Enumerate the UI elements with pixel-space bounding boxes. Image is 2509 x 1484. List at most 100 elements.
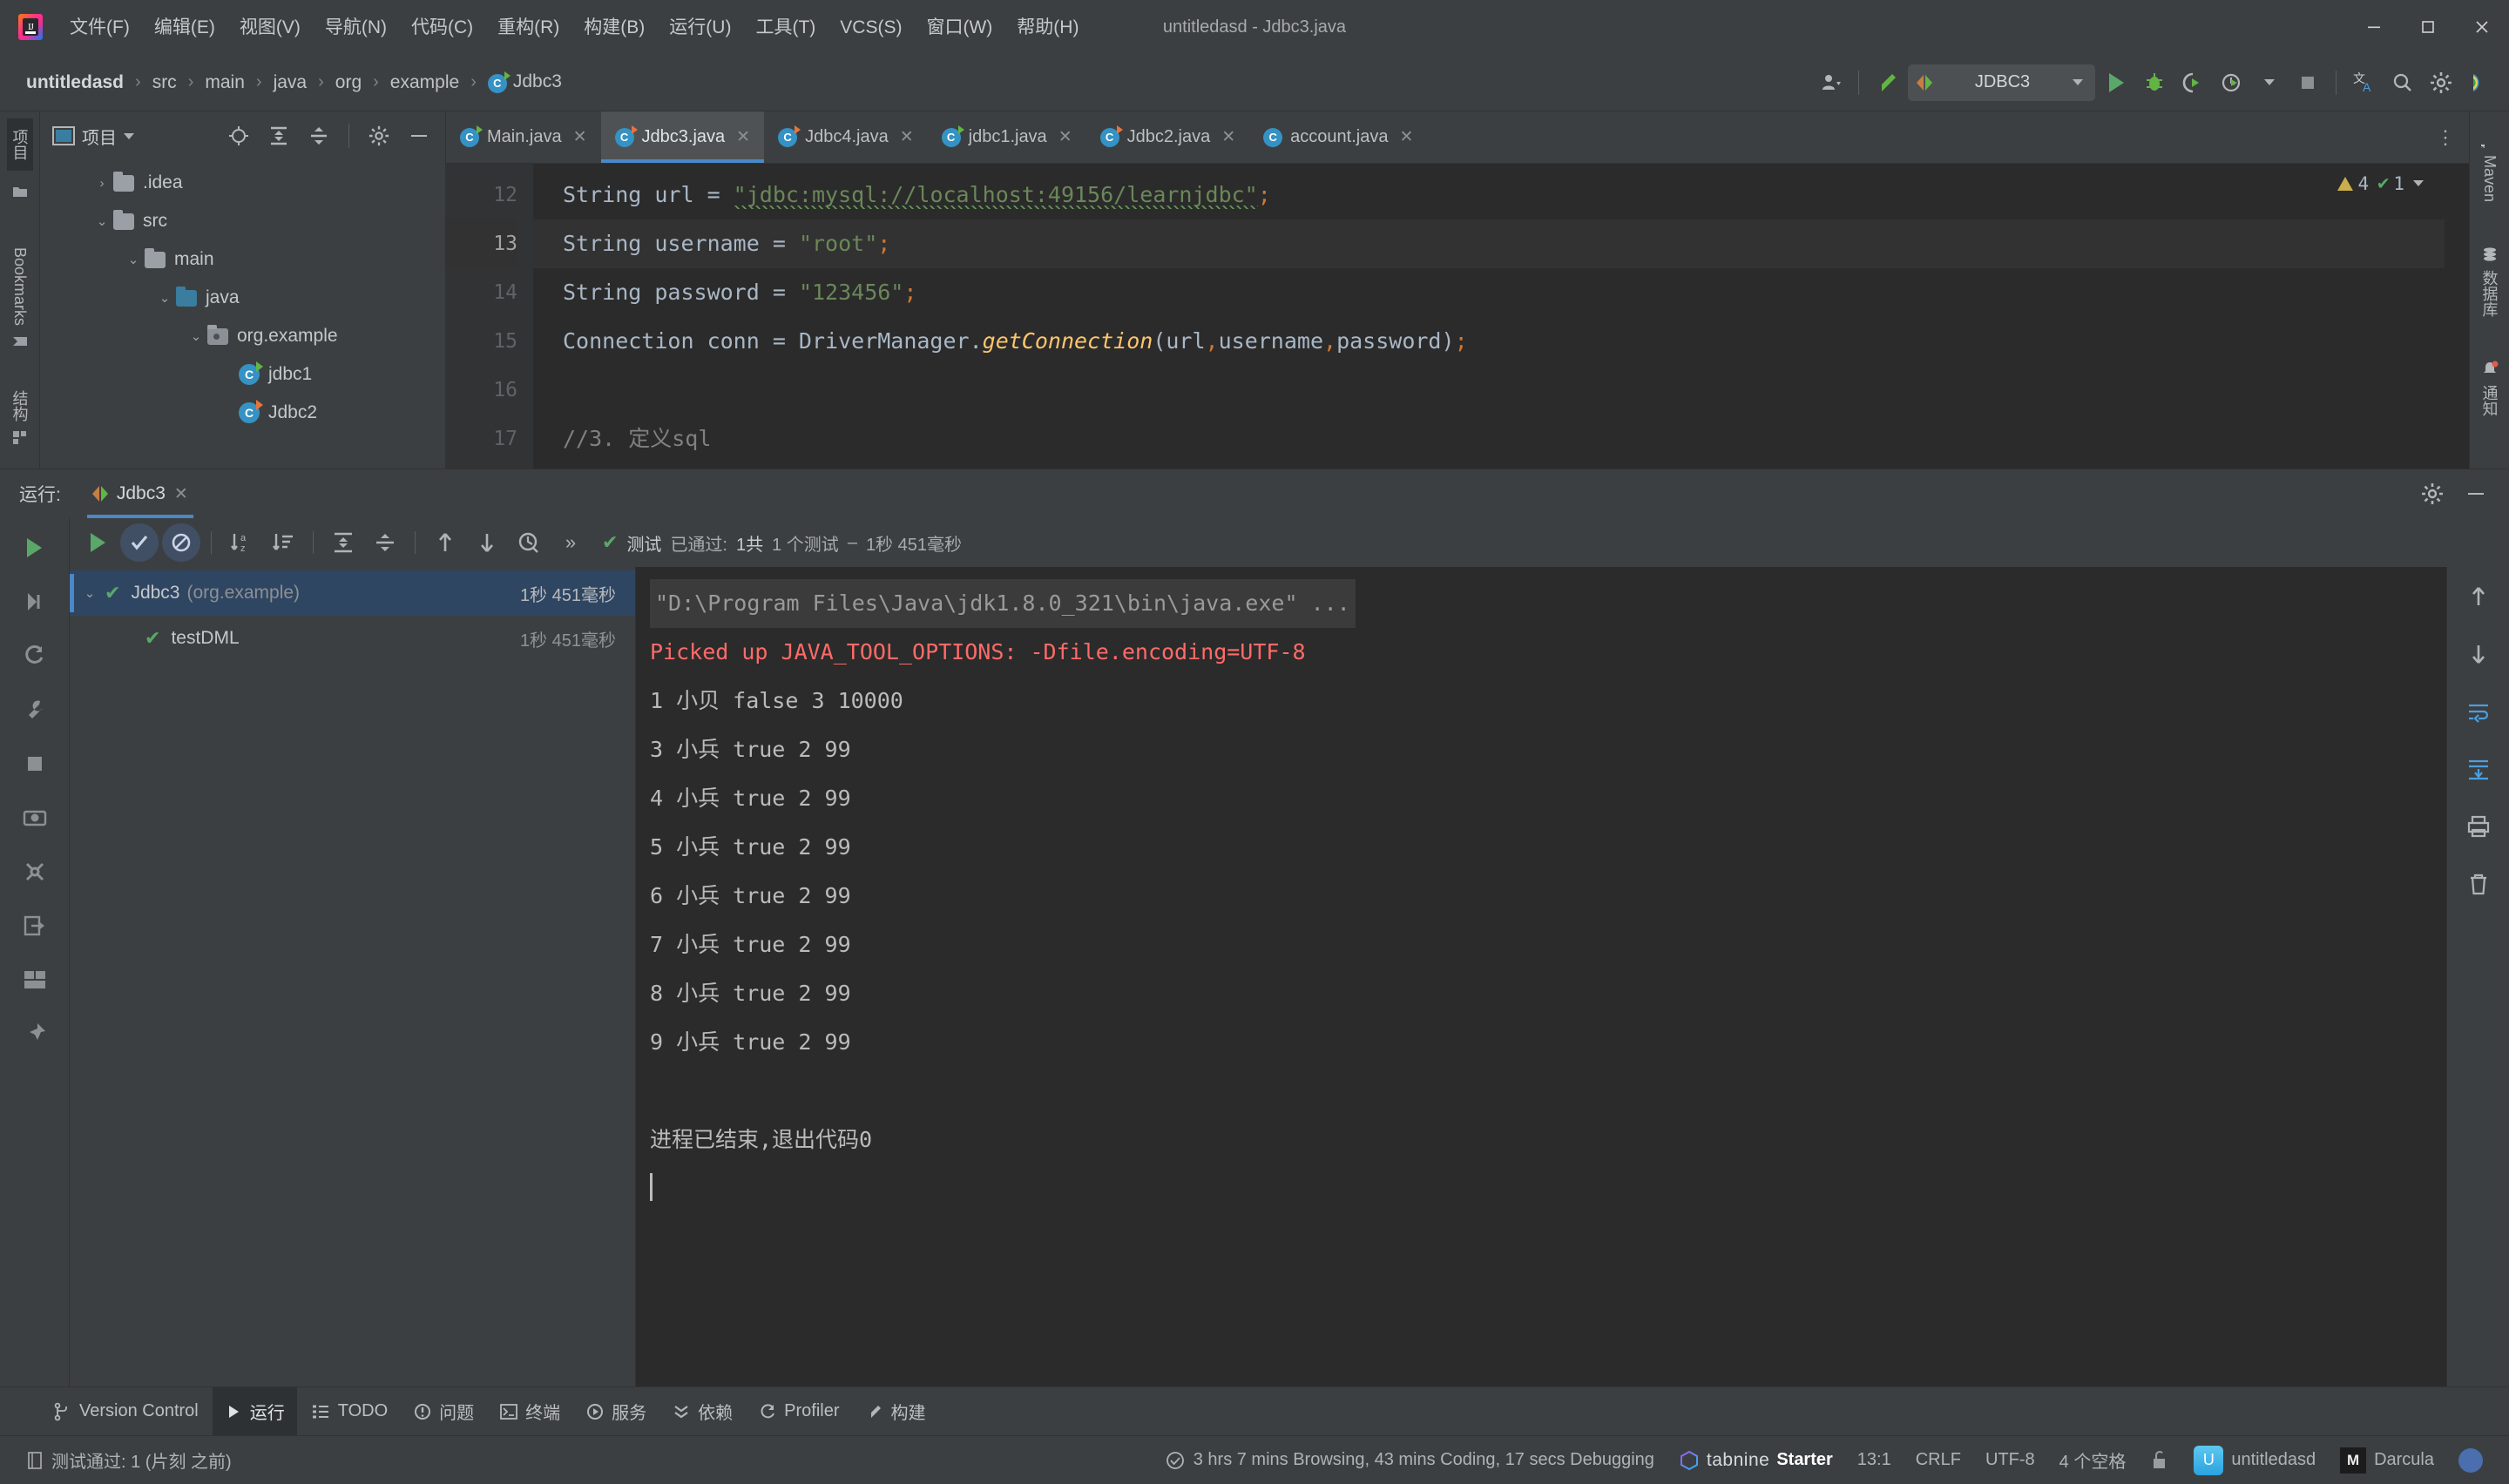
hide-panel-icon[interactable] (402, 118, 436, 153)
console-output[interactable]: "D:\Program Files\Java\jdk1.8.0_321\bin\… (636, 567, 2446, 1386)
bottom-item-run[interactable]: 运行 (212, 1387, 297, 1435)
soft-wrap-icon[interactable] (2459, 692, 2498, 731)
status-theme[interactable]: M Darcula (2328, 1444, 2446, 1477)
layout-icon[interactable] (16, 961, 54, 999)
status-caret-position[interactable]: 13:1 (1845, 1447, 1904, 1474)
menu-run[interactable]: 运行(U) (657, 13, 743, 42)
scroll-up-icon[interactable] (2459, 577, 2498, 616)
menu-code[interactable]: 代码(C) (399, 13, 485, 42)
tab-jdbc1-java[interactable]: C jdbc1.java ✕ (928, 111, 1086, 163)
chevron-down-icon[interactable]: ⌄ (91, 213, 113, 229)
sidebar-item-structure[interactable]: 结构 (7, 380, 33, 456)
sidebar-item-notifications[interactable]: 通知 (2477, 350, 2503, 427)
collapse-all-icon[interactable] (301, 118, 336, 153)
project-tree[interactable]: › .idea ⌄ src ⌄ main ⌄ java ⌄ org.exampl… (40, 160, 445, 469)
debug-button[interactable] (2137, 65, 2172, 100)
run-button[interactable] (2099, 65, 2134, 100)
bottom-item-todo[interactable]: TODO (299, 1387, 400, 1435)
sidebar-item-bookmarks[interactable]: Bookmarks (9, 237, 30, 361)
next-test-icon[interactable] (468, 523, 506, 562)
tree-node-java[interactable]: ⌄ java (40, 279, 445, 317)
bottom-item-problems[interactable]: 问题 (402, 1387, 486, 1435)
screenshot-icon[interactable] (16, 799, 54, 837)
bottom-item-build[interactable]: 构建 (854, 1387, 938, 1435)
menu-navigate[interactable]: 导航(N) (313, 13, 399, 42)
user-icon[interactable] (1813, 65, 1848, 100)
menu-edit[interactable]: 编辑(E) (142, 13, 227, 42)
settings-gear-icon[interactable] (2415, 476, 2450, 511)
close-icon[interactable]: ✕ (573, 127, 587, 147)
breadcrumb-item-project[interactable]: untitledasd (17, 68, 132, 98)
wrench-icon[interactable] (16, 691, 54, 729)
bottom-item-terminal[interactable]: 终端 (488, 1387, 572, 1435)
more-tabs-icon[interactable]: ⋮ (2422, 111, 2469, 163)
settings-gear-icon[interactable] (362, 118, 396, 153)
close-icon[interactable]: ✕ (1221, 127, 1235, 147)
code-editor[interactable]: 12 13 14 15 16 17 String url = "jdbc:mys… (446, 164, 2469, 469)
chevron-down-icon[interactable]: ⌄ (75, 585, 105, 601)
scroll-down-icon[interactable] (2459, 635, 2498, 673)
status-wakatime[interactable]: 3 hrs 7 mins Browsing, 43 mins Coding, 1… (1153, 1447, 1667, 1474)
expand-all-icon[interactable] (261, 118, 296, 153)
bottom-item-services[interactable]: 服务 (574, 1387, 659, 1435)
sort-alphabetically-icon[interactable]: a z (222, 523, 260, 562)
menu-tools[interactable]: 工具(T) (743, 13, 828, 42)
bottom-item-version-control[interactable]: Version Control (40, 1387, 211, 1435)
editor-scrollbar[interactable] (2445, 164, 2469, 469)
stop-button[interactable] (2290, 65, 2325, 100)
rerun-button[interactable] (16, 529, 54, 567)
code-lines[interactable]: String url = "jdbc:mysql://localhost:491… (533, 164, 2445, 469)
status-notification[interactable] (2446, 1445, 2495, 1476)
translate-icon[interactable]: 文 A (2347, 65, 2382, 100)
status-encoding[interactable]: UTF-8 (1973, 1447, 2047, 1474)
bottom-item-dependencies[interactable]: 依赖 (660, 1387, 745, 1435)
sidebar-item-database[interactable]: 数据库 (2477, 235, 2503, 327)
breadcrumb-item-java[interactable]: java (265, 68, 316, 98)
chevron-down-icon[interactable]: ⌄ (185, 328, 207, 344)
chevron-down-icon[interactable]: ⌄ (153, 290, 176, 306)
close-icon[interactable]: ✕ (1399, 127, 1413, 147)
chevron-down-icon[interactable] (124, 132, 134, 139)
status-indent[interactable]: 4 个空格 (2047, 1444, 2139, 1476)
warning-count[interactable]: 4 (2337, 173, 2369, 194)
menu-refactor[interactable]: 重构(R) (485, 13, 571, 42)
run-tab-jdbc3[interactable]: Jdbc3 ✕ (80, 469, 200, 518)
test-results-tree[interactable]: ⌄ ✔ Jdbc3 (org.example) 1秒 451毫秒 ✔ testD… (70, 567, 636, 1386)
breadcrumb-item-main[interactable]: main (196, 68, 254, 98)
status-branch[interactable]: U untitledasd (2181, 1442, 2328, 1479)
close-icon[interactable]: ✕ (1058, 127, 1072, 147)
status-readonly-lock[interactable] (2138, 1447, 2181, 1474)
show-passed-toggle[interactable] (120, 523, 159, 562)
ok-count[interactable]: ✔ 1 (2377, 172, 2404, 194)
chevron-down-icon[interactable] (2252, 65, 2287, 100)
sidebar-item-folder[interactable] (10, 172, 30, 211)
bottom-item-profiler[interactable]: Profiler (747, 1387, 851, 1435)
show-ignored-toggle[interactable] (162, 523, 200, 562)
clear-console-icon[interactable] (2459, 865, 2498, 903)
settings-gear-icon[interactable] (2424, 65, 2458, 100)
tree-node-src[interactable]: ⌄ src (40, 202, 445, 240)
close-icon[interactable]: ✕ (736, 127, 750, 147)
tab-jdbc4-java[interactable]: C Jdbc4.java ✕ (764, 111, 928, 163)
status-tabnine[interactable]: tabnine Starter (1667, 1447, 1845, 1474)
minimize-button[interactable] (2347, 0, 2401, 54)
chevron-right-icon[interactable]: › (91, 176, 113, 191)
sidebar-item-maven[interactable]: m Maven (2479, 120, 2500, 212)
settings-icon[interactable] (16, 853, 54, 891)
toggle-auto-test-icon[interactable] (16, 637, 54, 675)
close-icon[interactable]: ✕ (174, 484, 188, 504)
inspection-widget[interactable]: 4 ✔ 1 (2337, 172, 2424, 194)
tab-jdbc3-java[interactable]: C Jdbc3.java ✕ (600, 111, 765, 163)
breadcrumb-item-org[interactable]: org (327, 68, 370, 98)
prev-test-icon[interactable] (426, 523, 464, 562)
chevron-down-icon[interactable]: ⌄ (122, 252, 145, 267)
breadcrumb-item-src[interactable]: src (144, 68, 186, 98)
hammer-icon[interactable] (1870, 65, 1904, 100)
chevron-down-icon[interactable] (2413, 180, 2424, 186)
pin-icon[interactable] (16, 1015, 54, 1053)
export-icon[interactable] (16, 907, 54, 945)
run-with-coverage-button[interactable] (2175, 65, 2210, 100)
tab-account-java[interactable]: C account.java ✕ (1249, 111, 1427, 163)
sort-by-duration-icon[interactable] (264, 523, 302, 562)
rerun-failed-tests-icon[interactable] (16, 583, 54, 621)
